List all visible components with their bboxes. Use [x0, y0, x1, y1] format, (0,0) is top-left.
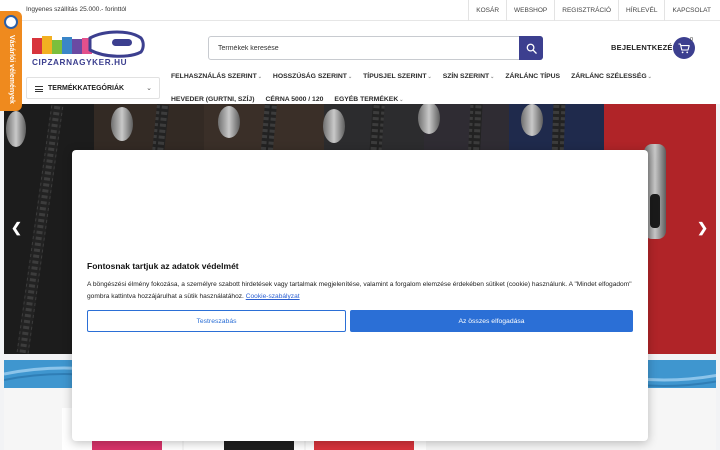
cart-count: 0	[690, 37, 694, 43]
top-link-newsletter[interactable]: HÍRLEVÉL	[618, 0, 664, 21]
menu-icon	[35, 86, 43, 92]
top-link-register[interactable]: REGISZTRÁCIÓ	[554, 0, 618, 21]
nav-item-type-code[interactable]: TÍPUSJEL SZERINT⌄	[363, 73, 432, 86]
page: Ingyenes szállítás 25.000.- forinttól KO…	[0, 0, 720, 450]
nav-item-length[interactable]: HOSSZÚSÁG SZERINT⌄	[273, 73, 352, 86]
top-link-cart[interactable]: KOSÁR	[468, 0, 506, 21]
cart-icon	[678, 42, 690, 53]
site-logo[interactable]: CIPZARNAGYKER.HU	[30, 28, 146, 70]
login-link[interactable]: BEJELENTKEZÉS	[611, 43, 678, 52]
top-link-contact[interactable]: KAPCSOLAT	[664, 0, 718, 21]
slider-next-button[interactable]: ❯	[697, 220, 708, 236]
logo-text: CIPZARNAGYKER.HU	[32, 58, 127, 67]
search-button[interactable]	[519, 36, 543, 60]
cookie-consent-dialog: Fontosnak tartjuk az adatok védelmét A b…	[72, 150, 648, 441]
cookie-consent-title: Fontosnak tartjuk az adatok védelmét	[87, 261, 239, 271]
chevron-down-icon: ⌄	[146, 85, 152, 92]
chevron-down-icon: ⌄	[257, 74, 262, 80]
categories-button[interactable]: TERMÉKKATEGÓRIÁK ⌄	[26, 77, 160, 99]
search-icon	[526, 43, 537, 54]
top-link-webshop[interactable]: WEBSHOP	[506, 0, 554, 21]
nav-item-chain-width[interactable]: ZÁRLÁNC SZÉLESSÉG⌄	[571, 73, 652, 86]
chevron-down-icon: ⌄	[399, 97, 404, 103]
nav-item-chain-type[interactable]: ZÁRLÁNC TÍPUS	[505, 73, 560, 86]
top-links: KOSÁR WEBSHOP REGISZTRÁCIÓ HÍRLEVÉL KAPC…	[468, 0, 718, 21]
nav-row-1: FELHASZNÁLÁS SZERINT⌄ HOSSZÚSÁG SZERINT⌄…	[171, 73, 652, 86]
chevron-down-icon: ⌄	[347, 74, 353, 80]
nav-item-usage[interactable]: FELHASZNÁLÁS SZERINT⌄	[171, 73, 262, 86]
cookie-policy-link[interactable]: Cookie-szabályzat	[246, 293, 300, 300]
categories-label: TERMÉKKATEGÓRIÁK	[48, 85, 125, 92]
nav-item-color[interactable]: SZÍN SZERINT⌄	[443, 73, 495, 86]
header: CIPZARNAGYKER.HU BEJELENTKEZÉS 0 TERMÉKK…	[0, 21, 720, 104]
chevron-down-icon: ⌄	[647, 74, 652, 80]
search-input[interactable]	[209, 37, 519, 59]
accept-all-button[interactable]: Az összes elfogadása	[350, 310, 633, 332]
chevron-down-icon: ⌄	[427, 74, 432, 80]
customize-button[interactable]: Testreszabás	[87, 310, 346, 332]
search-box	[208, 36, 543, 60]
reviews-badge-icon	[4, 15, 18, 29]
top-bar: Ingyenes szállítás 25.000.- forinttól KO…	[0, 0, 720, 21]
reviews-side-tab-label: Vásárlói vélemények	[8, 35, 15, 104]
chevron-down-icon: ⌄	[490, 74, 495, 80]
cookie-consent-description: A böngészési élmény fokozása, a személyr…	[87, 281, 632, 300]
slider-prev-button[interactable]: ❮	[11, 220, 22, 236]
shipping-notice: Ingyenes szállítás 25.000.- forinttól	[26, 6, 127, 13]
reviews-side-tab[interactable]: Vásárlói vélemények	[0, 11, 22, 111]
